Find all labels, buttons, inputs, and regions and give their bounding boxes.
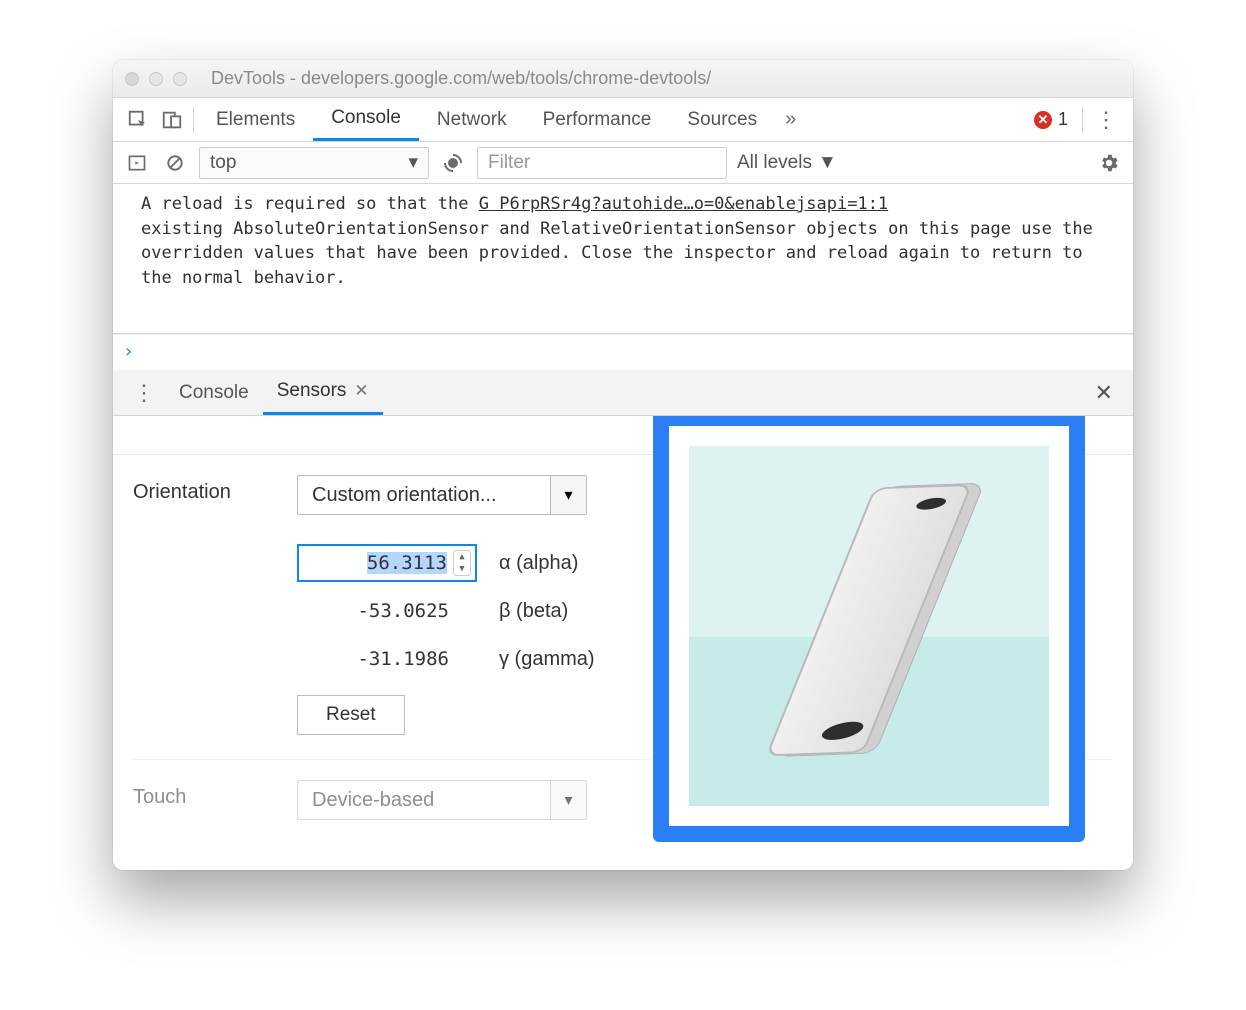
chevron-down-icon: ▼ <box>818 152 837 174</box>
chevron-down-icon: ▾ <box>550 781 586 819</box>
touch-select[interactable]: Device-based ▾ <box>297 780 587 820</box>
live-expression-icon[interactable] <box>439 149 467 177</box>
divider <box>193 107 194 133</box>
console-sidebar-toggle-icon[interactable] <box>123 149 151 177</box>
alpha-input[interactable]: 56.3113 ▲▼ <box>297 544 477 582</box>
orientation-visual-highlight <box>653 416 1085 842</box>
error-dot-icon: ✕ <box>1034 111 1052 129</box>
close-tab-icon[interactable]: ✕ <box>354 381 368 401</box>
window-traffic-lights <box>125 72 187 86</box>
tab-console[interactable]: Console <box>313 98 419 141</box>
alpha-value: 56.3113 <box>367 552 447 574</box>
drawer-tab-sensors[interactable]: Sensors ✕ <box>263 370 383 415</box>
console-message-body: existing AbsoluteOrientationSensor and R… <box>141 219 1093 288</box>
console-toolbar: top ▾ Filter All levels ▼ <box>113 142 1133 184</box>
drawer-tab-console[interactable]: Console <box>165 370 263 415</box>
console-message-prefix: A reload is required so that the <box>141 194 479 214</box>
orientation-scene[interactable] <box>689 446 1049 806</box>
gamma-value[interactable]: -31.1986 <box>297 648 477 670</box>
orientation-phone-model[interactable] <box>765 484 972 756</box>
levels-label: All levels <box>737 152 812 174</box>
divider <box>1082 107 1083 133</box>
error-count: 1 <box>1058 109 1068 130</box>
console-message-source-link[interactable]: G P6rpRSr4g?autohide…o=0&enablejsapi=1:1 <box>479 194 888 214</box>
orientation-select-value: Custom orientation... <box>298 484 550 507</box>
console-output: A reload is required so that the G P6rpR… <box>113 184 1133 334</box>
filter-input[interactable]: Filter <box>477 147 727 179</box>
beta-label: β (beta) <box>499 600 568 623</box>
error-badge[interactable]: ✕ 1 <box>1024 109 1078 130</box>
orientation-label: Orientation <box>133 475 273 504</box>
beta-value[interactable]: -53.0625 <box>297 600 477 622</box>
filter-placeholder: Filter <box>488 152 530 174</box>
window-title: DevTools - developers.google.com/web/too… <box>211 68 711 89</box>
console-settings-gear-icon[interactable] <box>1095 149 1123 177</box>
chevron-down-icon: ▾ <box>408 151 418 174</box>
tab-sources[interactable]: Sources <box>669 98 775 141</box>
context-select-value: top <box>210 152 236 174</box>
log-levels-select[interactable]: All levels ▼ <box>737 152 837 174</box>
main-tabs: Elements Console Network Performance Sou… <box>113 98 1133 142</box>
titlebar: DevTools - developers.google.com/web/too… <box>113 60 1133 98</box>
touch-label: Touch <box>133 780 273 809</box>
inspect-element-icon[interactable] <box>121 103 155 137</box>
drawer-tabs: ⋮ Console Sensors ✕ ✕ <box>113 370 1133 416</box>
devtools-window: DevTools - developers.google.com/web/too… <box>113 60 1133 870</box>
console-prompt[interactable]: › <box>113 334 1133 370</box>
device-toggle-icon[interactable] <box>155 103 189 137</box>
touch-select-value: Device-based <box>298 789 550 812</box>
tab-network[interactable]: Network <box>419 98 525 141</box>
reset-button[interactable]: Reset <box>297 695 405 735</box>
zoom-traffic-light[interactable] <box>173 72 187 86</box>
gamma-label: γ (gamma) <box>499 648 595 671</box>
close-traffic-light[interactable] <box>125 72 139 86</box>
main-menu-kebab-icon[interactable]: ⋮ <box>1087 107 1125 133</box>
more-tabs-icon[interactable]: » <box>775 108 806 131</box>
drawer-menu-kebab-icon[interactable]: ⋮ <box>123 380 165 406</box>
sensors-panel: Orientation Custom orientation... ▾ 56.3… <box>113 416 1133 870</box>
drawer-tab-sensors-label: Sensors <box>277 380 347 402</box>
context-select[interactable]: top ▾ <box>199 147 429 179</box>
drawer-close-icon[interactable]: ✕ <box>1085 380 1123 406</box>
orientation-select[interactable]: Custom orientation... ▾ <box>297 475 587 515</box>
alpha-stepper[interactable]: ▲▼ <box>453 550 471 576</box>
tab-elements[interactable]: Elements <box>198 98 313 141</box>
minimize-traffic-light[interactable] <box>149 72 163 86</box>
clear-console-icon[interactable] <box>161 149 189 177</box>
alpha-label: α (alpha) <box>499 552 578 575</box>
chevron-down-icon: ▾ <box>550 476 586 514</box>
tab-performance[interactable]: Performance <box>525 98 670 141</box>
